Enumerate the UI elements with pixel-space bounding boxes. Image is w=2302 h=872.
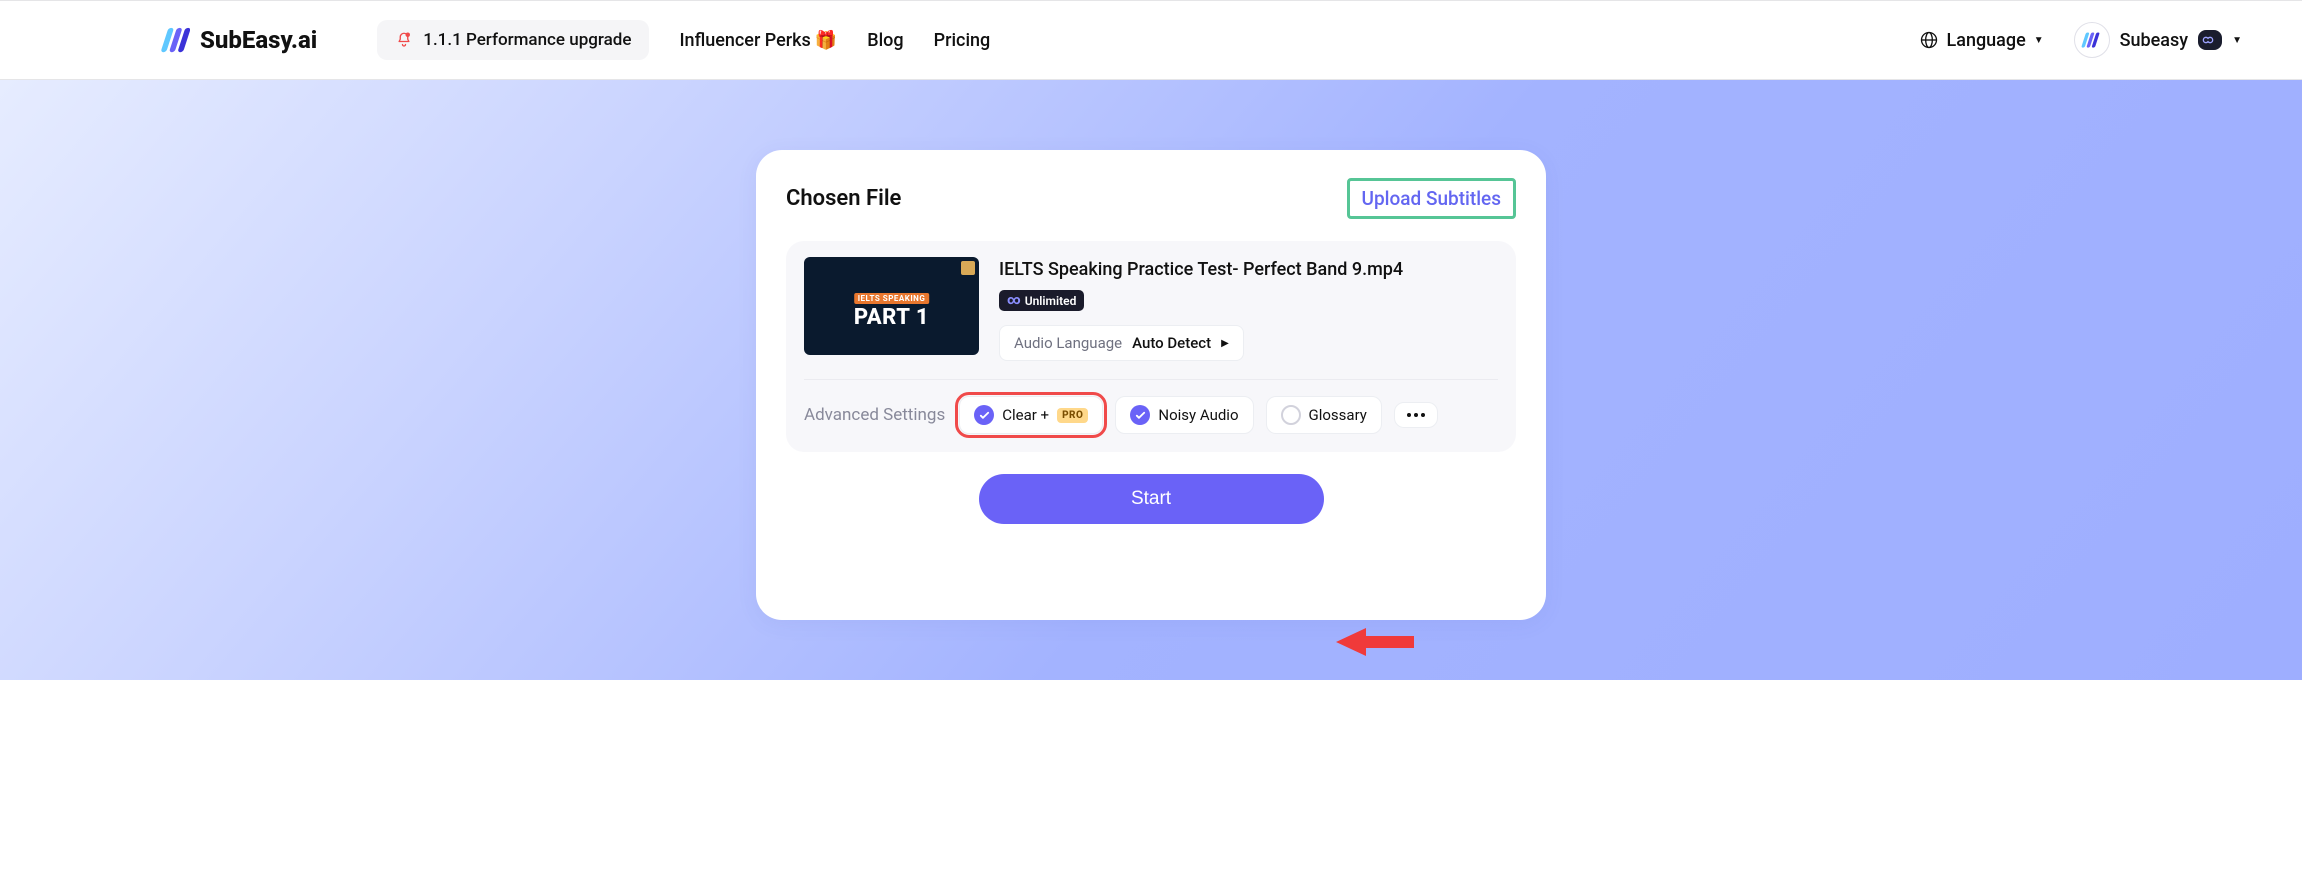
file-info: IELTS Speaking Practice Test- Perfect Ba…: [999, 257, 1403, 361]
nav-influencer-perks[interactable]: Influencer Perks 🎁: [679, 30, 837, 51]
upgrade-text: 1.1.1 Performance upgrade: [423, 30, 631, 50]
plan-badge-icon: [2198, 30, 2222, 50]
card-header: Chosen File Upload Subtitles: [786, 178, 1516, 219]
check-icon: [1130, 405, 1150, 425]
option-glossary-label: Glossary: [1309, 406, 1367, 424]
main-area: Chosen File Upload Subtitles IELTS SPEAK…: [0, 80, 2302, 680]
plan-badge: ∞ Unlimited: [999, 290, 1084, 311]
advanced-settings-row: Advanced Settings Clear + PRO Noisy Audi…: [804, 396, 1498, 434]
chevron-down-icon: ▼: [2232, 35, 2242, 46]
audio-language-label: Audio Language: [1014, 334, 1122, 352]
divider: [804, 379, 1498, 380]
advanced-settings-label: Advanced Settings: [804, 405, 945, 425]
plan-badge-label: Unlimited: [1025, 294, 1077, 308]
audio-language-selector[interactable]: Audio Language Auto Detect ▶: [999, 325, 1244, 361]
app-logo[interactable]: SubEasy.ai: [160, 25, 317, 55]
audio-language-value: Auto Detect: [1132, 334, 1211, 352]
chevron-down-icon: ▼: [2034, 35, 2044, 46]
globe-icon: [1919, 30, 1939, 50]
ellipsis-icon: [1407, 413, 1425, 417]
gift-icon: 🎁: [815, 30, 837, 51]
pro-badge: PRO: [1057, 408, 1088, 423]
card-title: Chosen File: [786, 186, 901, 211]
avatar: [2074, 22, 2110, 58]
option-glossary[interactable]: Glossary: [1266, 396, 1382, 434]
logo-icon: [160, 25, 190, 55]
user-name: Subeasy: [2120, 30, 2188, 51]
nav-influencer-label: Influencer Perks: [679, 30, 810, 51]
upload-subtitles-button[interactable]: Upload Subtitles: [1347, 178, 1516, 219]
chosen-file-card: Chosen File Upload Subtitles IELTS SPEAK…: [756, 150, 1546, 620]
arrow-annotation-icon: [1336, 622, 1416, 666]
more-options-button[interactable]: [1394, 402, 1438, 428]
nav-blog[interactable]: Blog: [867, 30, 903, 51]
language-label: Language: [1947, 30, 2026, 51]
start-row: Start: [786, 474, 1516, 524]
nav-pricing[interactable]: Pricing: [934, 30, 991, 51]
app-header: SubEasy.ai 1.1.1 Performance upgrade Inf…: [0, 0, 2302, 80]
start-button[interactable]: Start: [979, 474, 1324, 524]
file-thumbnail: IELTS SPEAKING PART 1: [804, 257, 979, 355]
thumbnail-part: PART 1: [854, 305, 929, 330]
file-panel: IELTS SPEAKING PART 1 IELTS Speaking Pra…: [786, 241, 1516, 452]
unchecked-icon: [1281, 405, 1301, 425]
file-row: IELTS SPEAKING PART 1 IELTS Speaking Pra…: [804, 257, 1498, 379]
language-selector[interactable]: Language ▼: [1919, 30, 2044, 51]
option-noisy-label: Noisy Audio: [1158, 406, 1238, 424]
logo-text: SubEasy.ai: [200, 26, 317, 54]
thumbnail-tag: IELTS SPEAKING: [854, 293, 930, 304]
chevron-right-icon: ▶: [1221, 338, 1229, 349]
infinity-icon: ∞: [1007, 293, 1021, 308]
option-noisy-audio[interactable]: Noisy Audio: [1115, 396, 1253, 434]
bell-icon: [395, 31, 413, 49]
user-menu[interactable]: Subeasy ▼: [2074, 22, 2242, 58]
upgrade-notice[interactable]: 1.1.1 Performance upgrade: [377, 20, 649, 60]
check-icon: [974, 405, 994, 425]
file-name: IELTS Speaking Practice Test- Perfect Ba…: [999, 259, 1403, 280]
option-clear-plus[interactable]: Clear + PRO: [959, 396, 1103, 434]
thumbnail-badge-icon: [961, 261, 975, 275]
option-clear-plus-label: Clear +: [1002, 406, 1049, 424]
